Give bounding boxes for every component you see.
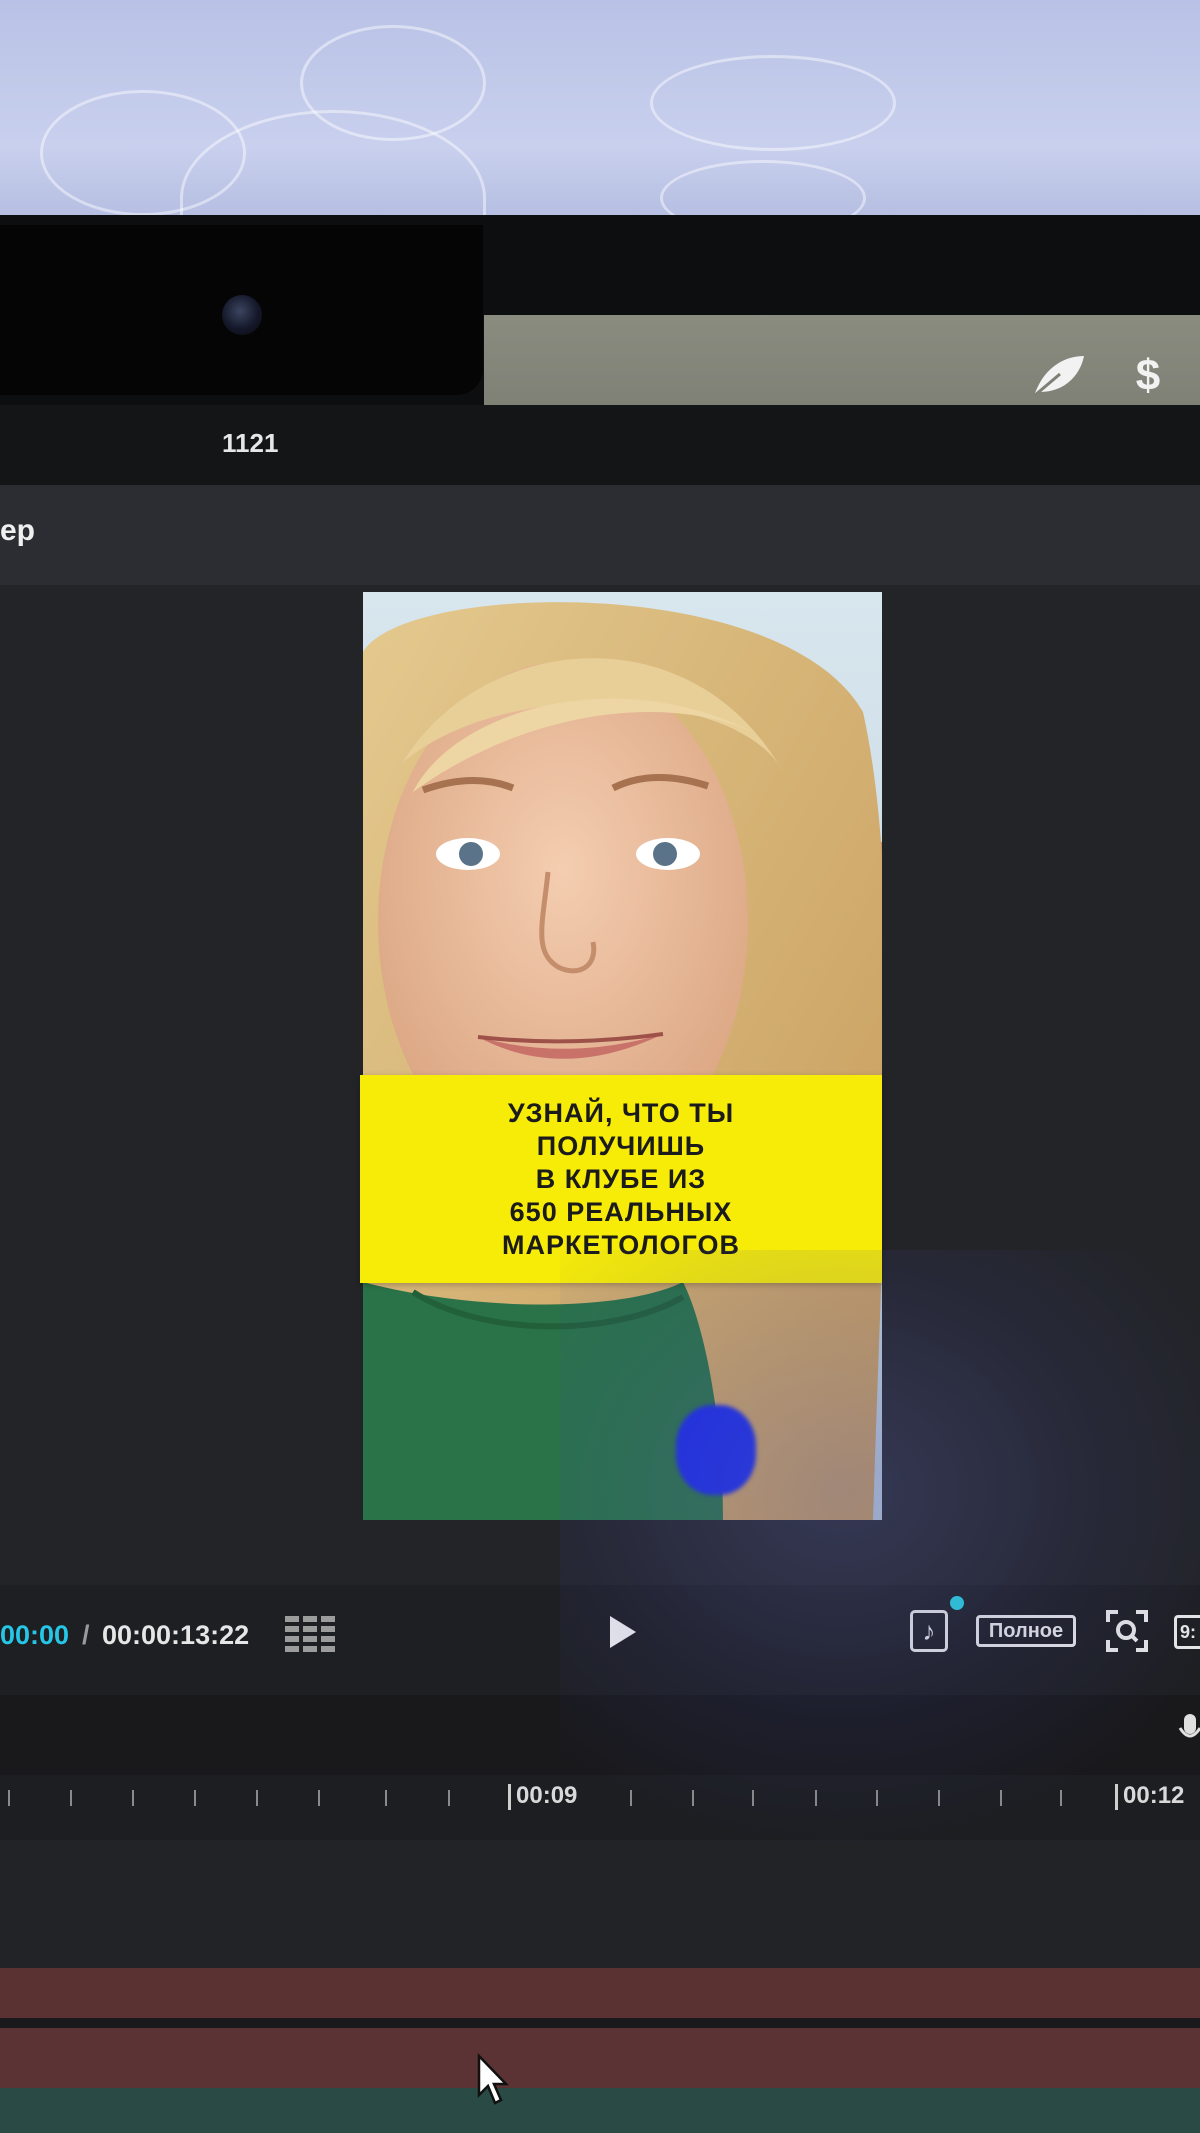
webcam: [222, 295, 262, 335]
ruler-tick: [70, 1790, 72, 1806]
timeline-tracks[interactable]: [0, 1840, 1200, 1968]
mouse-cursor-icon: [477, 2053, 509, 2105]
play-button[interactable]: [602, 1612, 642, 1652]
ruler-tick: [815, 1790, 817, 1806]
ruler-tick: [876, 1790, 878, 1806]
player-panel-title: ер: [0, 514, 36, 547]
ruler-major-tick: [1115, 1784, 1118, 1810]
ruler-tick: [630, 1790, 632, 1806]
aspect-ratio-button[interactable]: 9:: [1174, 1615, 1200, 1649]
ruler-tick: [194, 1790, 196, 1806]
track-divider: [0, 2018, 1200, 2028]
ruler-tick: [752, 1790, 754, 1806]
time-separator: /: [82, 1620, 90, 1650]
ruler-tick: [1060, 1790, 1062, 1806]
notification-dot: [950, 1596, 964, 1610]
tiktok-icon[interactable]: ♪: [910, 1610, 948, 1652]
ruler-tick: [448, 1790, 450, 1806]
full-quality-button[interactable]: Полное: [976, 1615, 1076, 1647]
total-time: 00:00:13:22: [102, 1620, 250, 1650]
grid-icon[interactable]: [285, 1614, 337, 1656]
ruler-tick: [132, 1790, 134, 1806]
current-time: 00:00: [0, 1620, 70, 1650]
ruler-tick: [8, 1790, 10, 1806]
zoom-fit-icon[interactable]: [1106, 1610, 1148, 1652]
timeline-clip[interactable]: [0, 2028, 1200, 2088]
background-paper: [0, 0, 1200, 286]
leaf-icon[interactable]: [1030, 352, 1088, 400]
ruler-tick: [1000, 1790, 1002, 1806]
ruler-major-tick: [508, 1784, 511, 1810]
ruler-tick: [938, 1790, 940, 1806]
sticker-blob: [676, 1405, 756, 1495]
ruler-tick: [318, 1790, 320, 1806]
caption-line: ПОЛУЧИШЬ: [536, 1130, 706, 1161]
frame-count: 1121: [222, 428, 279, 458]
ruler-tick: [692, 1790, 694, 1806]
menu-bar: [484, 315, 1200, 413]
caption-overlay[interactable]: УЗНАЙ, ЧТО ТЫ ПОЛУЧИШЬ В КЛУБЕ ИЗ 650 РЕ…: [360, 1075, 882, 1283]
dollar-icon[interactable]: $: [1128, 350, 1168, 402]
caption-line: МАРКЕТОЛОГОВ: [501, 1229, 741, 1260]
microphone-icon[interactable]: [1178, 1712, 1200, 1748]
caption-line: 650 РЕАЛЬНЫХ: [509, 1196, 733, 1227]
ruler-label-00-09: 00:09: [516, 1782, 578, 1809]
caption-line: УЗНАЙ, ЧТО ТЫ: [507, 1097, 735, 1128]
timeline-toolbar: [0, 1695, 1200, 1775]
timeline-ruler[interactable]: [0, 1775, 1200, 1840]
video-preview[interactable]: [363, 592, 882, 1520]
audio-track[interactable]: [0, 2088, 1200, 2133]
video-frame-image: [363, 592, 882, 1520]
ruler-tick: [256, 1790, 258, 1806]
panel-header: [0, 485, 1200, 585]
app-title-bar: [0, 405, 1200, 485]
ruler-label-00-12: 00:12: [1123, 1782, 1185, 1809]
ruler-tick: [385, 1790, 387, 1806]
caption-line: В КЛУБЕ ИЗ: [535, 1163, 707, 1194]
timeline-clip[interactable]: [0, 1968, 1200, 2018]
